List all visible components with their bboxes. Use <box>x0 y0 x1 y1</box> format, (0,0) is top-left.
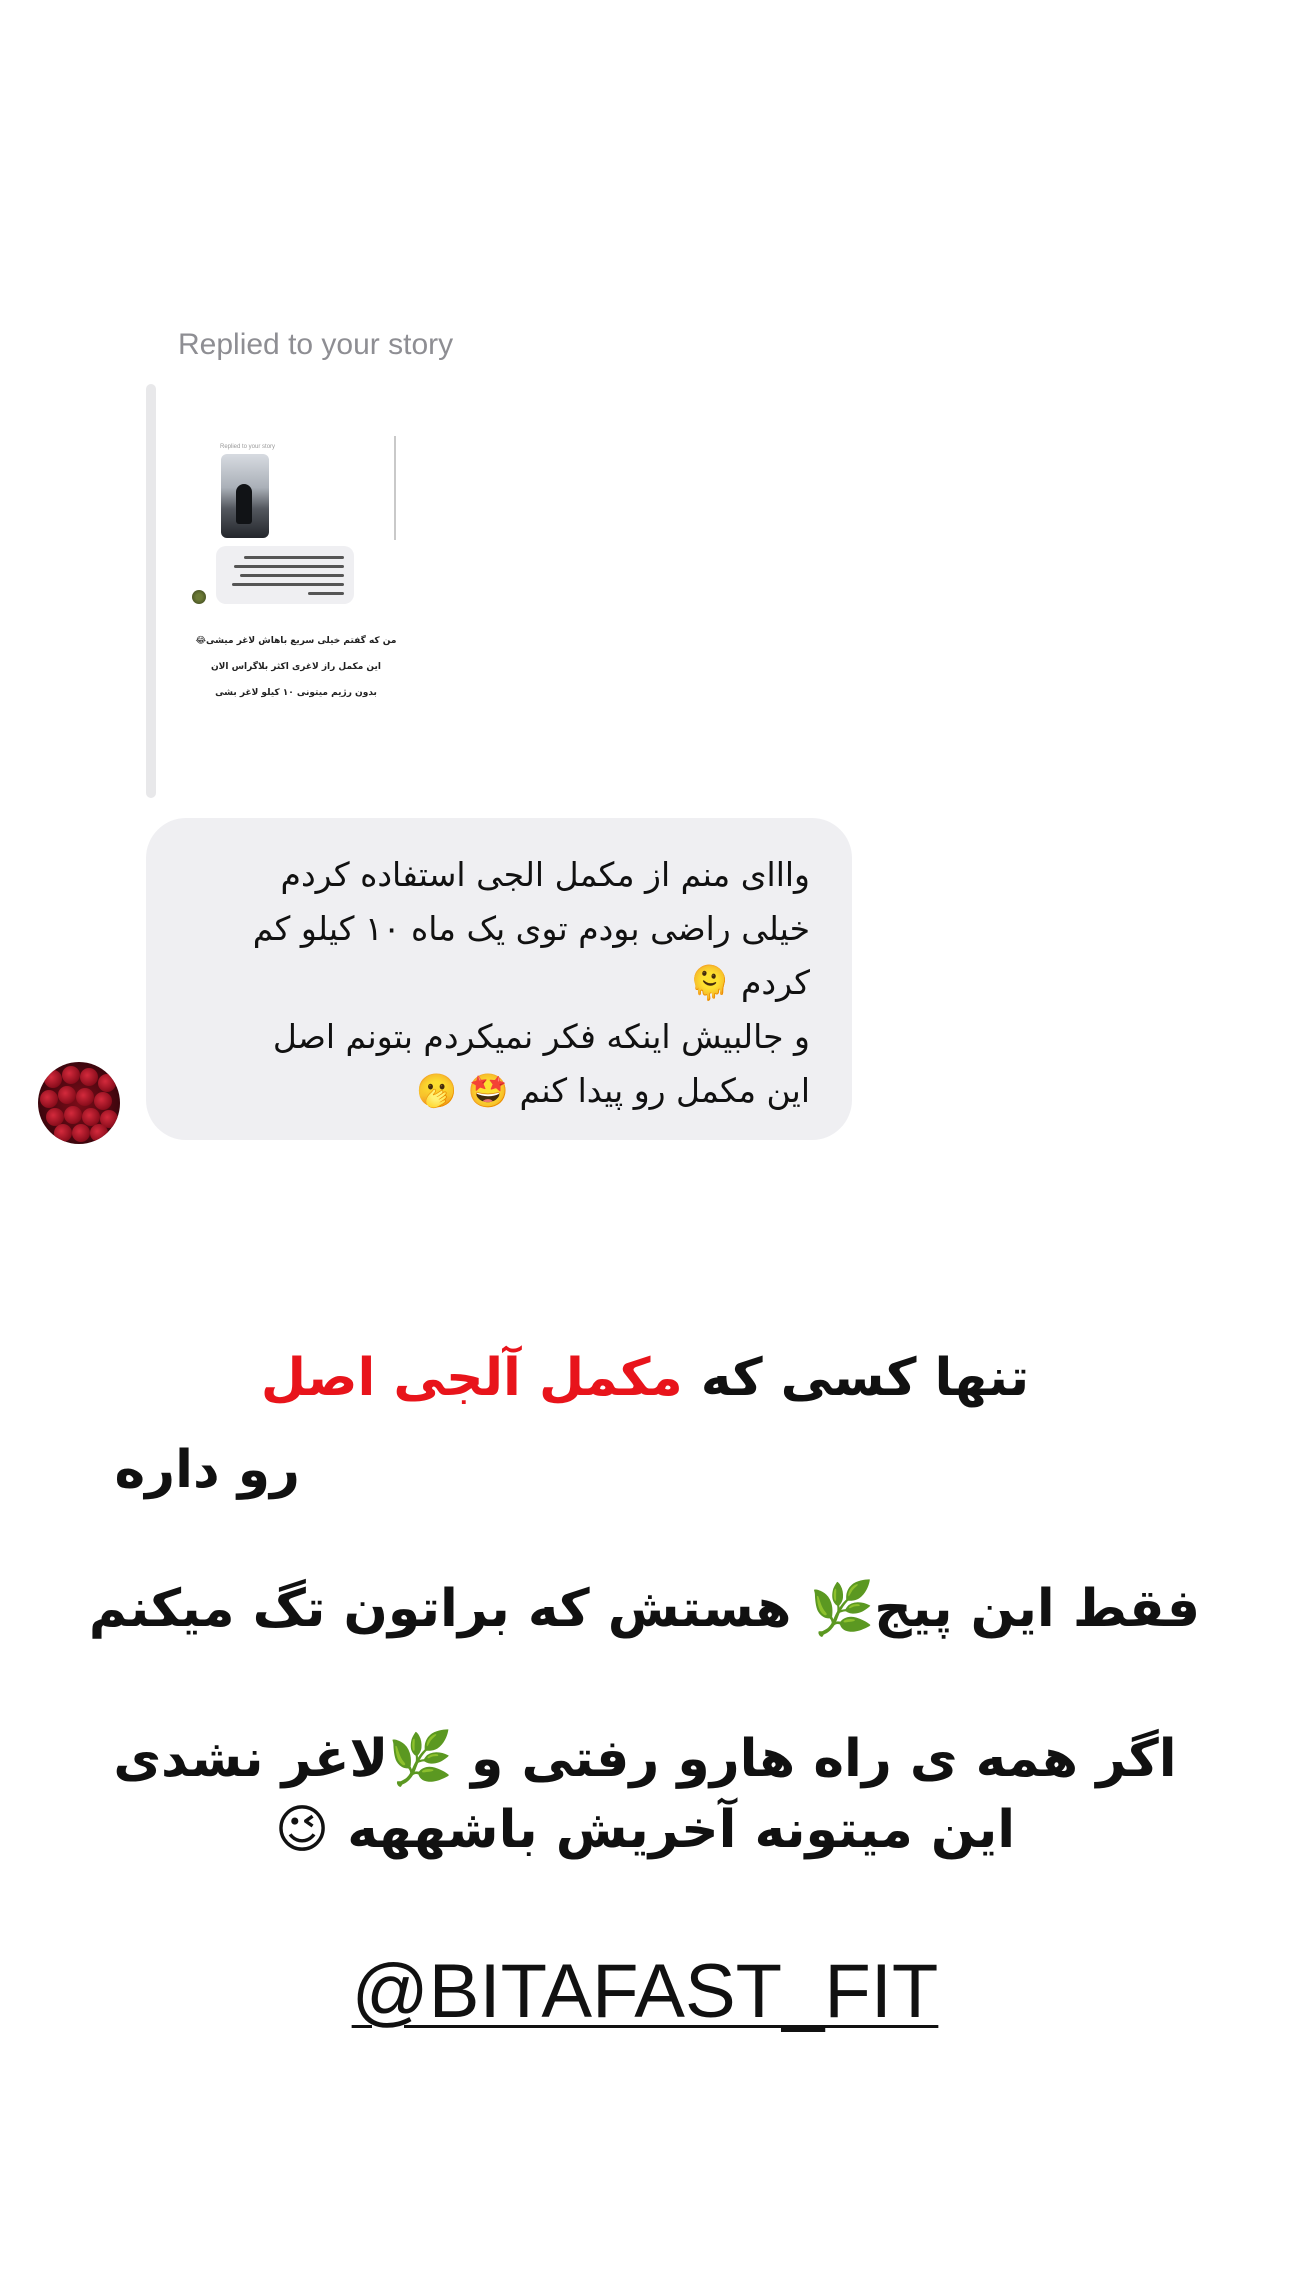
promo-line-4: این میتونه آخریش باشههه 😉 <box>274 1800 1016 1860</box>
thumbnail-figure <box>236 484 252 524</box>
bubble-text-line <box>308 592 344 595</box>
bubble-text-line <box>240 574 344 577</box>
story-preview-line: من که گفتم خیلی سریع باهاش لاغر میشی😂 <box>195 636 397 646</box>
bubble-text-line <box>234 565 344 568</box>
story-thumbnail <box>221 454 269 538</box>
sender-avatar[interactable] <box>38 1062 120 1144</box>
message-bubble[interactable]: وااای منم از مکمل الجی استفاده کردم خیلی… <box>146 818 852 1140</box>
promo-line-2: فقط این پیج🌿 هستش که براتون تگ میکنم <box>88 1579 1200 1639</box>
story-preview-line: این مکمل راز لاغری اکثر بلاگراس الان <box>211 662 381 672</box>
account-handle-link[interactable]: @BITAFAST_FIT <box>0 1948 1290 2035</box>
message-text: وااای منم از مکمل الجی استفاده کردم خیلی… <box>252 855 810 1110</box>
promo-line-1: تنها کسی که مکمل آلجی اصل <box>90 1348 1200 1408</box>
bubble-text-line <box>244 556 344 559</box>
story-preview-avatar <box>192 590 206 604</box>
promo-highlight: مکمل آلجی اصل <box>260 1348 683 1408</box>
bubble-text-line <box>232 583 344 586</box>
promo-line-3: اگر همه ی راه هارو رفتی و 🌿لاغر نشدی <box>113 1729 1177 1789</box>
promo-line-1-end: رو داره <box>114 1440 300 1500</box>
story-preview-label: Replied to your story <box>220 444 276 450</box>
story-preview-line: بدون رژیم میتونی ۱۰ کیلو لاغر بشی <box>215 688 377 698</box>
story-preview-bubble <box>216 546 354 604</box>
replied-to-story-label: Replied to your story <box>178 328 454 361</box>
quote-bar <box>146 384 156 798</box>
promo-line-1-start: تنها کسی که <box>682 1348 1030 1408</box>
story-preview[interactable]: Replied to your story من که گفتم خیلی سر… <box>176 384 416 798</box>
story-preview-divider <box>394 436 396 540</box>
